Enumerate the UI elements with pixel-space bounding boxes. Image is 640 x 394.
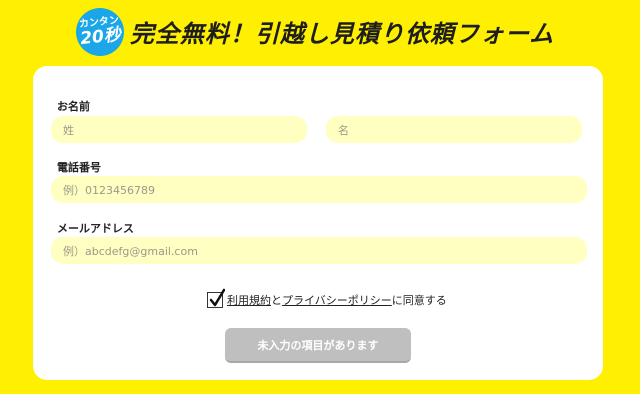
phone-input[interactable]: 例）0123456789 — [51, 176, 587, 203]
consent-row: 利用規約 と プライバシーポリシー に同意する — [207, 288, 447, 308]
page-title: 完全無料！引越し見積り依頼フォーム — [130, 20, 555, 48]
checkmark-icon — [209, 288, 225, 307]
submit-button[interactable]: 未入力の項目があります — [225, 328, 411, 363]
consent-suffix-text: に同意する — [391, 294, 447, 307]
consent-checkbox[interactable] — [207, 288, 225, 308]
phone-label: 電話番号 — [57, 161, 101, 174]
consent-and-text: と — [271, 294, 282, 307]
header: カンタン 20秒 完全無料！引越し見積り依頼フォーム — [0, 0, 640, 64]
badge-big-text: 20秒 — [79, 24, 122, 50]
email-input[interactable]: 例）abcdefg@gmail.com — [51, 237, 587, 264]
time-badge: カンタン 20秒 — [73, 5, 127, 59]
privacy-policy-link[interactable]: プライバシーポリシー — [282, 292, 392, 308]
form-card: お名前 姓 名 電話番号 例）0123456789 メールアドレス 例）abcd… — [33, 66, 603, 380]
email-label: メールアドレス — [57, 222, 134, 235]
first-name-input[interactable]: 名 — [326, 116, 582, 143]
terms-link[interactable]: 利用規約 — [227, 292, 271, 308]
last-name-input[interactable]: 姓 — [51, 116, 307, 143]
name-label: お名前 — [57, 100, 90, 113]
